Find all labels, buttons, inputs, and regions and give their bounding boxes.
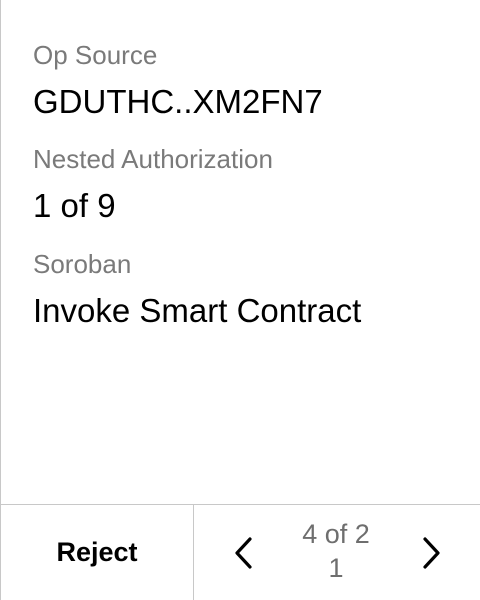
page-indicator-line1: 4 of 2 <box>302 519 370 549</box>
soroban-label: Soroban <box>33 249 132 279</box>
review-screen: Op Source GDUTHC..XM2FN7 Nested Authoriz… <box>0 0 480 600</box>
op-source-field: Op Source GDUTHC..XM2FN7 <box>33 40 323 121</box>
footer-divider <box>193 505 194 600</box>
previous-page-button[interactable] <box>224 533 264 573</box>
page-indicator-line2: 1 <box>328 553 344 583</box>
footer-bar: Reject 4 of 2 1 <box>1 504 480 600</box>
nested-authorization-value: 1 of 9 <box>33 187 116 224</box>
op-source-label: Op Source <box>33 40 158 70</box>
nested-authorization-field: Nested Authorization 1 of 9 <box>33 144 273 225</box>
soroban-field: Soroban Invoke Smart Contract <box>33 249 361 330</box>
op-source-value: GDUTHC..XM2FN7 <box>33 83 323 120</box>
reject-button[interactable]: Reject <box>1 505 193 600</box>
chevron-left-icon <box>235 537 252 569</box>
next-page-button[interactable] <box>411 533 451 573</box>
chevron-right-icon <box>423 537 440 569</box>
soroban-value: Invoke Smart Contract <box>33 292 362 329</box>
page-indicator: 4 of 2 1 <box>276 517 396 585</box>
nested-authorization-label: Nested Authorization <box>33 144 273 174</box>
